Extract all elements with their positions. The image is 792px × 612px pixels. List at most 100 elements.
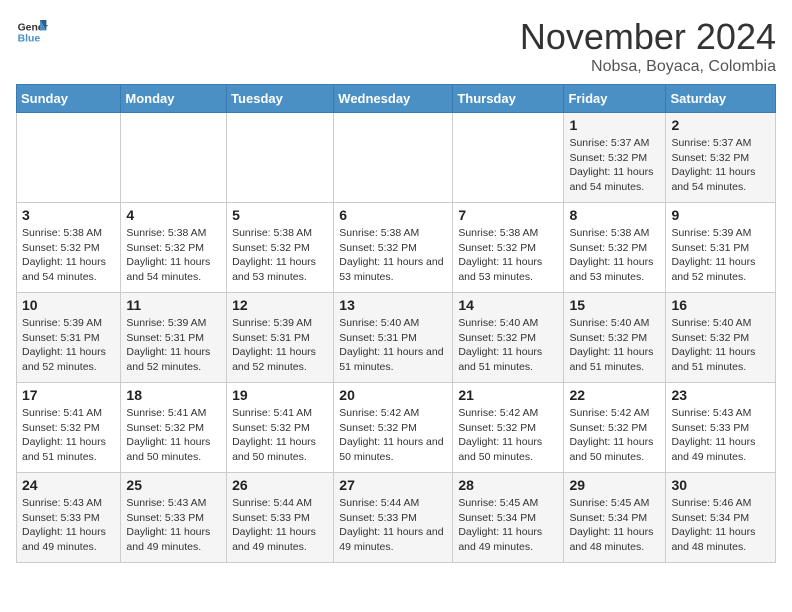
day-info: Sunrise: 5:45 AM Sunset: 5:34 PM Dayligh… [569,496,660,555]
calendar-cell: 23 Sunrise: 5:43 AM Sunset: 5:33 PM Dayli… [666,383,776,473]
calendar-cell: 9 Sunrise: 5:39 AM Sunset: 5:31 PM Daylig… [666,203,776,293]
day-number: 30 [671,477,770,493]
calendar-cell: 17 Sunrise: 5:41 AM Sunset: 5:32 PM Dayli… [17,383,121,473]
calendar-cell: 29 Sunrise: 5:45 AM Sunset: 5:34 PM Dayli… [564,473,666,563]
day-info: Sunrise: 5:41 AM Sunset: 5:32 PM Dayligh… [232,406,328,465]
day-info: Sunrise: 5:44 AM Sunset: 5:33 PM Dayligh… [232,496,328,555]
day-info: Sunrise: 5:40 AM Sunset: 5:32 PM Dayligh… [458,316,558,375]
day-number: 11 [126,297,221,313]
day-info: Sunrise: 5:39 AM Sunset: 5:31 PM Dayligh… [671,226,770,285]
day-info: Sunrise: 5:41 AM Sunset: 5:32 PM Dayligh… [22,406,115,465]
day-info: Sunrise: 5:42 AM Sunset: 5:32 PM Dayligh… [569,406,660,465]
calendar-cell: 13 Sunrise: 5:40 AM Sunset: 5:31 PM Dayli… [334,293,453,383]
title-block: November 2024 Nobsa, Boyaca, Colombia [520,16,776,76]
day-info: Sunrise: 5:45 AM Sunset: 5:34 PM Dayligh… [458,496,558,555]
day-number: 24 [22,477,115,493]
weekday-header: Monday [121,85,227,113]
calendar-cell [227,113,334,203]
day-info: Sunrise: 5:38 AM Sunset: 5:32 PM Dayligh… [569,226,660,285]
calendar-cell: 28 Sunrise: 5:45 AM Sunset: 5:34 PM Dayli… [453,473,564,563]
day-number: 1 [569,117,660,133]
weekday-header: Wednesday [334,85,453,113]
svg-text:Blue: Blue [18,34,41,45]
day-number: 21 [458,387,558,403]
calendar-table: SundayMondayTuesdayWednesdayThursdayFrid… [16,84,776,563]
weekday-header: Sunday [17,85,121,113]
day-info: Sunrise: 5:43 AM Sunset: 5:33 PM Dayligh… [22,496,115,555]
day-info: Sunrise: 5:43 AM Sunset: 5:33 PM Dayligh… [671,406,770,465]
day-info: Sunrise: 5:37 AM Sunset: 5:32 PM Dayligh… [671,136,770,195]
calendar-cell [17,113,121,203]
day-number: 26 [232,477,328,493]
day-info: Sunrise: 5:42 AM Sunset: 5:32 PM Dayligh… [458,406,558,465]
day-number: 8 [569,207,660,223]
day-number: 18 [126,387,221,403]
day-number: 27 [339,477,447,493]
day-info: Sunrise: 5:40 AM Sunset: 5:31 PM Dayligh… [339,316,447,375]
calendar-cell: 2 Sunrise: 5:37 AM Sunset: 5:32 PM Daylig… [666,113,776,203]
calendar-cell: 10Sunrise: 5:39 AM Sunset: 5:31 PM Dayli… [17,293,121,383]
calendar-cell: 3 Sunrise: 5:38 AM Sunset: 5:32 PM Daylig… [17,203,121,293]
day-number: 17 [22,387,115,403]
logo: General Blue [16,16,48,48]
calendar-cell: 14 Sunrise: 5:40 AM Sunset: 5:32 PM Dayli… [453,293,564,383]
day-number: 9 [671,207,770,223]
month-title: November 2024 [520,16,776,58]
calendar-cell: 21 Sunrise: 5:42 AM Sunset: 5:32 PM Dayli… [453,383,564,473]
calendar-cell: 12Sunrise: 5:39 AM Sunset: 5:31 PM Dayli… [227,293,334,383]
day-number: 3 [22,207,115,223]
calendar-header: SundayMondayTuesdayWednesdayThursdayFrid… [17,85,776,113]
day-number: 16 [671,297,770,313]
day-number: 14 [458,297,558,313]
calendar-cell [121,113,227,203]
weekday-header: Tuesday [227,85,334,113]
calendar-cell: 18 Sunrise: 5:41 AM Sunset: 5:32 PM Dayli… [121,383,227,473]
day-info: Sunrise: 5:39 AM Sunset: 5:31 PM Dayligh… [22,316,115,375]
day-info: Sunrise: 5:46 AM Sunset: 5:34 PM Dayligh… [671,496,770,555]
calendar-cell: 26 Sunrise: 5:44 AM Sunset: 5:33 PM Dayli… [227,473,334,563]
calendar-cell [334,113,453,203]
calendar-week-row: 10Sunrise: 5:39 AM Sunset: 5:31 PM Dayli… [17,293,776,383]
calendar-cell: 22Sunrise: 5:42 AM Sunset: 5:32 PM Dayli… [564,383,666,473]
weekday-header: Friday [564,85,666,113]
calendar-cell: 7Sunrise: 5:38 AM Sunset: 5:32 PM Daylig… [453,203,564,293]
calendar-cell: 5Sunrise: 5:38 AM Sunset: 5:32 PM Daylig… [227,203,334,293]
calendar-cell: 11 Sunrise: 5:39 AM Sunset: 5:31 PM Dayli… [121,293,227,383]
day-info: Sunrise: 5:43 AM Sunset: 5:33 PM Dayligh… [126,496,221,555]
calendar-cell: 4Sunrise: 5:38 AM Sunset: 5:32 PM Daylig… [121,203,227,293]
calendar-cell: 27 Sunrise: 5:44 AM Sunset: 5:33 PM Dayli… [334,473,453,563]
calendar-cell: 19Sunrise: 5:41 AM Sunset: 5:32 PM Dayli… [227,383,334,473]
calendar-cell: 1Sunrise: 5:37 AM Sunset: 5:32 PM Daylig… [564,113,666,203]
day-number: 28 [458,477,558,493]
weekday-header: Saturday [666,85,776,113]
calendar-cell: 24 Sunrise: 5:43 AM Sunset: 5:33 PM Dayli… [17,473,121,563]
day-number: 2 [671,117,770,133]
calendar-cell: 8 Sunrise: 5:38 AM Sunset: 5:32 PM Daylig… [564,203,666,293]
day-number: 13 [339,297,447,313]
day-info: Sunrise: 5:41 AM Sunset: 5:32 PM Dayligh… [126,406,221,465]
weekday-header-row: SundayMondayTuesdayWednesdayThursdayFrid… [17,85,776,113]
day-info: Sunrise: 5:38 AM Sunset: 5:32 PM Dayligh… [339,226,447,285]
day-info: Sunrise: 5:40 AM Sunset: 5:32 PM Dayligh… [569,316,660,375]
calendar-week-row: 3 Sunrise: 5:38 AM Sunset: 5:32 PM Daylig… [17,203,776,293]
day-info: Sunrise: 5:44 AM Sunset: 5:33 PM Dayligh… [339,496,447,555]
location-title: Nobsa, Boyaca, Colombia [520,58,776,76]
calendar-cell: 6Sunrise: 5:38 AM Sunset: 5:32 PM Daylig… [334,203,453,293]
day-number: 7 [458,207,558,223]
day-info: Sunrise: 5:40 AM Sunset: 5:32 PM Dayligh… [671,316,770,375]
day-number: 5 [232,207,328,223]
calendar-cell: 16 Sunrise: 5:40 AM Sunset: 5:32 PM Dayli… [666,293,776,383]
day-info: Sunrise: 5:39 AM Sunset: 5:31 PM Dayligh… [126,316,221,375]
calendar-cell [453,113,564,203]
calendar-cell: 30 Sunrise: 5:46 AM Sunset: 5:34 PM Dayli… [666,473,776,563]
calendar-week-row: 17 Sunrise: 5:41 AM Sunset: 5:32 PM Dayli… [17,383,776,473]
day-number: 20 [339,387,447,403]
day-number: 25 [126,477,221,493]
day-info: Sunrise: 5:42 AM Sunset: 5:32 PM Dayligh… [339,406,447,465]
day-number: 29 [569,477,660,493]
calendar-cell: 25 Sunrise: 5:43 AM Sunset: 5:33 PM Dayli… [121,473,227,563]
day-info: Sunrise: 5:38 AM Sunset: 5:32 PM Dayligh… [22,226,115,285]
calendar-week-row: 24 Sunrise: 5:43 AM Sunset: 5:33 PM Dayli… [17,473,776,563]
day-number: 23 [671,387,770,403]
calendar-cell: 15Sunrise: 5:40 AM Sunset: 5:32 PM Dayli… [564,293,666,383]
